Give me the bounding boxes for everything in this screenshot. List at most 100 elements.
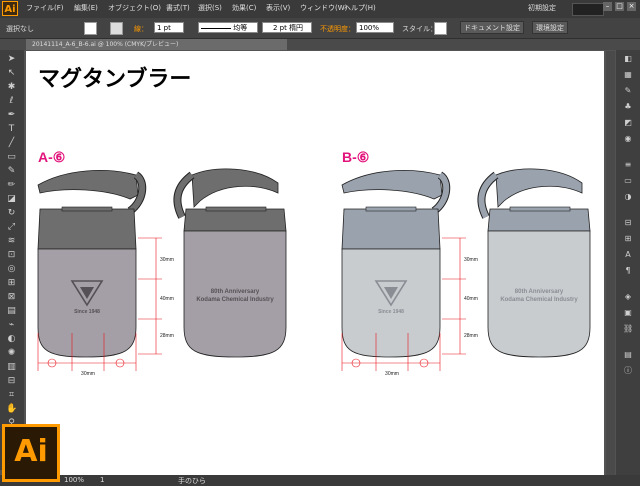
slice-tool-icon[interactable]: ⌗ [6,390,17,401]
opacity-field[interactable]: 100% [356,22,394,33]
type-tool-icon[interactable]: T [6,124,17,135]
direct-selection-tool-icon[interactable]: ↖ [6,68,17,79]
anniversary-line1-1: 80th Anniversary [515,289,564,295]
perspective-grid-tool-icon[interactable]: ⊞ [6,278,17,289]
cap-slot-back-0 [205,206,267,212]
appearance-panel-icon[interactable]: ◉ [623,134,633,144]
handle-front-0 [37,170,139,200]
stroke-swatch[interactable] [110,22,123,35]
line-style-select[interactable]: 均等 [198,22,258,33]
transform-panel-icon[interactable]: ⊞ [623,234,633,244]
dim-label-bot-0: 28mm [160,333,174,339]
dim-label-top-1: 30mm [464,257,478,263]
transparency-panel-icon[interactable]: ◑ [623,192,633,202]
graph-tool-icon[interactable]: ▥ [6,362,17,373]
workspace-preset[interactable]: 初期設定 [528,3,556,13]
style-label: スタイル： [402,25,437,33]
cap-slot-front-0 [61,206,113,212]
menu-type[interactable]: 書式(T) [166,3,190,13]
mesh-tool-icon[interactable]: ⊠ [6,292,17,303]
info-panel-icon[interactable]: ⓘ [623,366,633,376]
menu-select[interactable]: 選択(S) [198,3,222,13]
gradient-tool-icon[interactable]: ▤ [6,306,17,317]
menu-edit[interactable]: 編集(E) [74,3,98,13]
brush-select[interactable]: 2 pt 楕円 [262,22,312,33]
handle-back-0 [191,168,279,208]
stroke-panel-icon[interactable]: ≡ [623,160,633,170]
style-swatch[interactable] [434,22,447,35]
window-controls: – □ × [600,2,636,11]
page-number[interactable]: 1 [100,476,104,484]
gradient-panel-icon[interactable]: ▭ [623,176,633,186]
artboard[interactable]: マグタンブラー A-⑥ B-⑥ Since 1948 30mm 40mm 28mm 30… [26,51,604,475]
vertical-scrollbar[interactable] [606,51,615,475]
document-setup-button[interactable]: ドキュメント設定 [460,21,524,34]
align-panel-icon[interactable]: ⊟ [623,218,633,228]
free-transform-tool-icon[interactable]: ⊡ [6,250,17,261]
document-tabs: 20141114_A-6_B-6.ai @ 100% (CMYK/プレビュー) [0,39,640,50]
shape-builder-tool-icon[interactable]: ◎ [6,264,17,275]
zoom-level[interactable]: 100% [64,476,84,484]
swatches-panel-icon[interactable]: ▦ [623,70,633,80]
brushes-panel-icon[interactable]: ✎ [623,86,633,96]
layers-panel-icon[interactable]: ◈ [623,292,633,302]
opacity-label[interactable]: 不透明度： [320,24,355,34]
paintbrush-tool-icon[interactable]: ✎ [6,166,17,177]
preferences-button[interactable]: 環境設定 [532,21,568,34]
hand-tool-icon[interactable]: ✋ [6,404,17,415]
body-front-1 [341,248,441,358]
menu-file[interactable]: ファイル(F) [26,3,64,13]
dim-label-mid-1: 40mm [464,296,478,302]
rotate-tool-icon[interactable]: ↻ [6,208,17,219]
dim-label-width-0: 30mm [81,371,95,377]
document-tab[interactable]: 20141114_A-6_B-6.ai @ 100% (CMYK/プレビュー) [26,39,287,50]
body-front-0 [37,248,137,358]
artboards-panel-icon[interactable]: ▣ [623,308,633,318]
lasso-tool-icon[interactable]: ℓ [6,96,17,107]
menu-window[interactable]: ウィンドウ(W) [300,3,347,13]
anniversary-line1-0: 80th Anniversary [211,289,260,295]
graphic-styles-panel-icon[interactable]: ◩ [623,118,633,128]
fill-swatch[interactable] [84,22,97,35]
artboard-tool-icon[interactable]: ⊟ [6,376,17,387]
symbols-panel-icon[interactable]: ♣ [623,102,633,112]
maximize-icon[interactable]: □ [615,2,624,11]
menu-view[interactable]: 表示(V) [266,3,290,13]
color-panel-icon[interactable]: ◧ [623,54,633,64]
pen-tool-icon[interactable]: ✒ [6,110,17,121]
paragraph-panel-icon[interactable]: ¶ [623,266,633,276]
dim-label-top-0: 30mm [160,257,174,263]
menu-effect[interactable]: 効果(C) [232,3,256,13]
eraser-tool-icon[interactable]: ◪ [6,194,17,205]
links-panel-icon[interactable]: ⛓ [623,324,633,334]
eyedropper-tool-icon[interactable]: ⌁ [6,320,17,331]
illustrator-logo: Ai [2,424,60,482]
anniversary-line2-0: Kodama Chemical Industry [196,297,274,303]
anniversary-line2-1: Kodama Chemical Industry [500,297,578,303]
logo-text-1: Since 1948 [378,309,404,315]
cap-back-0 [183,208,287,232]
dim-label-mid-0: 40mm [160,296,174,302]
minimize-icon[interactable]: – [603,2,612,11]
line-tool-icon[interactable]: ╱ [6,138,17,149]
menu-object[interactable]: オブジェクト(O) [108,3,161,13]
magic-wand-tool-icon[interactable]: ✱ [6,82,17,93]
stroke-label[interactable]: 線： [134,24,148,34]
character-panel-icon[interactable]: A [623,250,633,260]
cap-slot-front-1 [365,206,417,212]
pencil-tool-icon[interactable]: ✏ [6,180,17,191]
cap-slot-back-1 [509,206,571,212]
stroke-weight-field[interactable]: 1 pt [154,22,184,33]
symbol-sprayer-tool-icon[interactable]: ✺ [6,348,17,359]
menu-help[interactable]: ヘルプ(H) [344,3,376,13]
close-icon[interactable]: × [627,2,636,11]
scale-tool-icon[interactable]: ⤢ [6,222,17,233]
right-panel-dock: ◧ ▦ ✎ ♣ ◩ ◉ ≡ ▭ ◑ ⊟ ⊞ A ¶ ◈ ▣ ⛓ ▤ ⓘ [616,50,640,480]
rectangle-tool-icon[interactable]: ▭ [6,152,17,163]
tumbler-drawing: Since 1948 30mm 40mm 28mm 30mm 80th Anniversa… [37,168,591,377]
blend-tool-icon[interactable]: ◐ [6,334,17,345]
selection-tool-icon[interactable]: ➤ [6,54,17,65]
warp-tool-icon[interactable]: ≋ [6,236,17,247]
navigator-panel-icon[interactable]: ▤ [623,350,633,360]
selection-status: 選択なし [6,25,34,33]
